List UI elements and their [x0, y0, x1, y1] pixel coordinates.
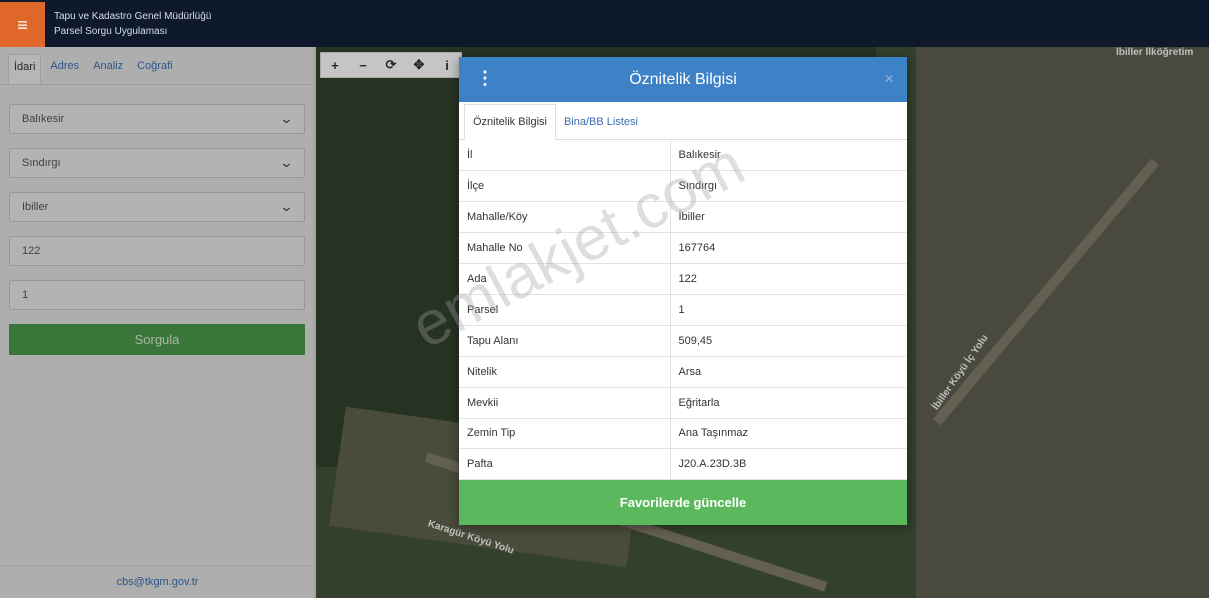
- attribute-key: Tapu Alanı: [459, 325, 671, 357]
- attribute-key: Parsel: [459, 294, 671, 326]
- attribute-info-modal: ⋮ Öznitelik Bilgisi × Öznitelik Bilgisi …: [459, 57, 907, 525]
- attribute-value: Arsa: [670, 356, 907, 388]
- attribute-value: Eğritarla: [670, 387, 907, 419]
- table-row: Parsel 1: [459, 294, 907, 326]
- attribute-key: İlçe: [459, 170, 671, 203]
- attribute-key: Zemin Tip: [459, 418, 671, 450]
- table-row: İl Balıkesir: [459, 140, 907, 172]
- attribute-value: İbiller: [670, 201, 907, 234]
- table-row: Mahalle/Köy İbiller: [459, 201, 907, 234]
- attribute-key: Mahalle/Köy: [459, 201, 671, 234]
- table-row: Nitelik Arsa: [459, 356, 907, 388]
- hamburger-icon: ≡: [17, 14, 28, 35]
- attribute-key: Ada: [459, 263, 671, 295]
- attribute-value: 509,45: [670, 325, 907, 357]
- attribute-table: İl Balıkesir İlçe Sındırgı Mahalle/Köy İbille…: [459, 140, 907, 481]
- attribute-value: J20.A.23D.3B: [670, 448, 907, 481]
- modal-title: Öznitelik Bilgisi: [629, 70, 737, 88]
- attribute-value: Ana Taşınmaz: [670, 418, 907, 450]
- app-brand: Tapu ve Kadastro Genel Müdürlüğü Parsel …: [54, 9, 211, 39]
- attribute-key: Nitelik: [459, 356, 671, 388]
- app-title: Parsel Sorgu Uygulaması: [54, 26, 168, 37]
- menu-button[interactable]: ≡: [0, 2, 45, 47]
- attribute-key: Mevkii: [459, 387, 671, 419]
- modal-header: ⋮ Öznitelik Bilgisi ×: [459, 57, 907, 102]
- table-row: Mahalle No 167764: [459, 232, 907, 265]
- attribute-key: Pafta: [459, 448, 671, 481]
- attribute-value: Sındırgı: [670, 170, 907, 203]
- modal-tabs: Öznitelik Bilgisi Bina/BB Listesi: [459, 102, 907, 140]
- attribute-value: 122: [670, 263, 907, 295]
- table-row: Pafta J20.A.23D.3B: [459, 448, 907, 481]
- top-bar: ≡ Tapu ve Kadastro Genel Müdürlüğü Parse…: [0, 0, 1209, 47]
- attribute-value: Balıkesir: [670, 140, 907, 172]
- update-favorites-button[interactable]: Favorilerde güncelle: [459, 480, 907, 525]
- kebab-menu-icon[interactable]: ⋮: [476, 69, 494, 87]
- org-title: Tapu ve Kadastro Genel Müdürlüğü: [54, 11, 212, 22]
- attribute-value: 1: [670, 294, 907, 326]
- close-icon[interactable]: ×: [884, 69, 894, 89]
- attribute-value: 167764: [670, 232, 907, 265]
- table-row: Mevkii Eğritarla: [459, 387, 907, 419]
- attribute-key: İl: [459, 140, 671, 172]
- attribute-key: Mahalle No: [459, 232, 671, 265]
- table-row: Zemin Tip Ana Taşınmaz: [459, 418, 907, 450]
- table-row: Ada 122: [459, 263, 907, 295]
- table-row: Tapu Alanı 509,45: [459, 325, 907, 357]
- table-row: İlçe Sındırgı: [459, 170, 907, 203]
- tab-attribute-info[interactable]: Öznitelik Bilgisi: [464, 104, 556, 140]
- tab-building-list[interactable]: Bina/BB Listesi: [556, 105, 646, 139]
